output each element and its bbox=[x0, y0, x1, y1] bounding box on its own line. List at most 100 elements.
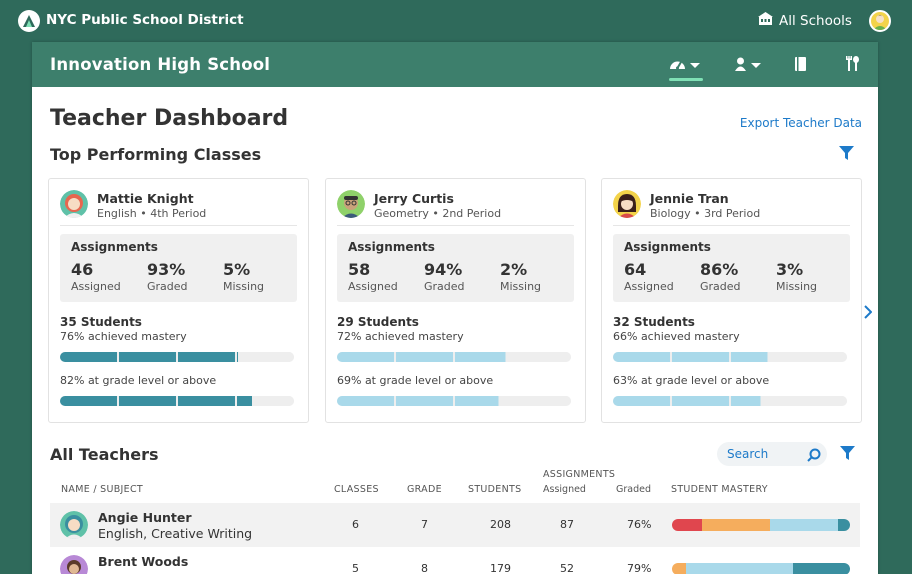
assignments-label: Assignments bbox=[348, 240, 435, 254]
mastery-text: 72% achieved mastery bbox=[337, 330, 464, 343]
missing-stat: 2% Missing bbox=[500, 260, 541, 293]
filter-icon[interactable] bbox=[840, 446, 856, 462]
all-schools-link[interactable]: All Schools bbox=[758, 12, 852, 29]
export-teacher-data-link[interactable]: Export Teacher Data bbox=[740, 116, 862, 130]
progress-segment bbox=[396, 396, 453, 406]
mastery-progress-bar bbox=[60, 352, 294, 362]
teacher-name: Mattie Knight bbox=[97, 191, 194, 206]
chevron-down-icon bbox=[690, 63, 700, 68]
dashboard-menu[interactable] bbox=[669, 56, 700, 75]
class-card[interactable]: Jerry Curtis Geometry • 2nd Period Assig… bbox=[325, 178, 586, 423]
student-count: 29 Students bbox=[337, 315, 419, 329]
teacher-avatar bbox=[60, 555, 88, 574]
top-classes-title: Top Performing Classes bbox=[50, 145, 262, 164]
progress-segment bbox=[178, 352, 235, 362]
progress-segment bbox=[237, 352, 294, 362]
assignments-summary: Assignments 46 Assigned 93% Graded 5% Mi… bbox=[60, 234, 297, 302]
progress-segment bbox=[790, 396, 847, 406]
class-subject: Biology • 3rd Period bbox=[650, 207, 761, 220]
assigned-stat: 46 Assigned bbox=[71, 260, 121, 293]
chevron-down-icon bbox=[751, 63, 761, 68]
assignments-label: Assignments bbox=[71, 240, 158, 254]
progress-segment bbox=[613, 352, 670, 362]
graded-stat: 93% Graded bbox=[147, 260, 188, 293]
students-cell: 208 bbox=[490, 518, 511, 531]
district-name[interactable]: NYC Public School District bbox=[46, 12, 244, 28]
column-header-grade[interactable]: GRADE bbox=[407, 484, 442, 495]
mastery-segment bbox=[672, 519, 703, 531]
progress-segment bbox=[731, 396, 788, 406]
graded-stat: 86% Graded bbox=[700, 260, 741, 293]
assigned-count: 58 bbox=[348, 260, 371, 279]
progress-segment bbox=[60, 352, 117, 362]
divider bbox=[613, 225, 850, 226]
progress-segment bbox=[514, 396, 571, 406]
grade-level-text: 82% at grade level or above bbox=[60, 374, 217, 387]
person-icon bbox=[734, 56, 747, 75]
progress-segment bbox=[396, 352, 453, 362]
graded-stat: 94% Graded bbox=[424, 260, 465, 293]
assignments-label: Assignments bbox=[624, 240, 711, 254]
column-header-assignments: ASSIGNMENTS bbox=[543, 469, 616, 480]
column-header-student-mastery[interactable]: STUDENT MASTERY bbox=[671, 484, 768, 495]
column-header-name[interactable]: NAME / SUBJECT bbox=[61, 484, 143, 495]
grade-level-progress-bar bbox=[337, 396, 571, 406]
all-teachers-title: All Teachers bbox=[50, 445, 159, 464]
graded-label: Graded bbox=[147, 280, 188, 293]
column-header-classes[interactable]: CLASSES bbox=[334, 484, 379, 495]
active-tab-indicator bbox=[669, 78, 703, 81]
class-card[interactable]: Jennie Tran Biology • 3rd Period Assignm… bbox=[601, 178, 862, 423]
student-mastery-bar bbox=[672, 563, 850, 574]
search-icon[interactable] bbox=[807, 447, 821, 466]
table-row[interactable]: Brent Woods 5 8 179 52 79% bbox=[50, 547, 860, 574]
table-row[interactable]: Angie Hunter English, Creative Writing 6… bbox=[50, 503, 860, 547]
graded-cell: 79% bbox=[627, 562, 652, 574]
progress-segment bbox=[237, 396, 294, 406]
missing-label: Missing bbox=[500, 280, 542, 293]
user-menu[interactable] bbox=[734, 56, 761, 75]
progress-segment bbox=[119, 352, 176, 362]
missing-stat: 5% Missing bbox=[223, 260, 264, 293]
assigned-label: Assigned bbox=[348, 280, 398, 293]
graded-percent: 86% bbox=[700, 260, 739, 279]
page-title: Teacher Dashboard bbox=[50, 106, 289, 131]
teacher-search[interactable] bbox=[717, 442, 827, 466]
teacher-name: Jennie Tran bbox=[650, 191, 729, 206]
assigned-cell: 52 bbox=[560, 562, 574, 574]
grade-level-progress-bar bbox=[613, 396, 847, 406]
assigned-stat: 64 Assigned bbox=[624, 260, 674, 293]
mastery-text: 66% achieved mastery bbox=[613, 330, 740, 343]
teacher-name: Angie Hunter bbox=[98, 510, 192, 525]
column-header-students[interactable]: STUDENTS bbox=[468, 484, 521, 495]
classes-cell: 5 bbox=[352, 562, 359, 574]
school-name[interactable]: Innovation High School bbox=[50, 55, 270, 74]
district-logo-icon[interactable] bbox=[18, 10, 40, 32]
column-header-assigned[interactable]: Assigned bbox=[543, 484, 586, 495]
search-input[interactable] bbox=[727, 446, 799, 462]
mastery-segment bbox=[793, 563, 850, 574]
student-count: 35 Students bbox=[60, 315, 142, 329]
school-building-icon bbox=[758, 12, 773, 29]
chevron-right-icon[interactable] bbox=[864, 304, 873, 323]
teacher-avatar bbox=[60, 511, 88, 539]
book-button[interactable] bbox=[795, 56, 807, 75]
classes-cell: 6 bbox=[352, 518, 359, 531]
assignments-summary: Assignments 64 Assigned 86% Graded 3% Mi… bbox=[613, 234, 850, 302]
filter-icon[interactable] bbox=[839, 146, 855, 162]
progress-segment bbox=[455, 352, 512, 362]
progress-segment bbox=[613, 396, 670, 406]
tools-button[interactable] bbox=[846, 56, 859, 75]
class-card[interactable]: Mattie Knight English • 4th Period Assig… bbox=[48, 178, 309, 423]
user-avatar[interactable] bbox=[869, 10, 891, 32]
graded-percent: 93% bbox=[147, 260, 186, 279]
tools-icon bbox=[846, 56, 859, 75]
class-subject: Geometry • 2nd Period bbox=[374, 207, 502, 220]
column-header-graded[interactable]: Graded bbox=[616, 484, 651, 495]
missing-percent: 5% bbox=[223, 260, 251, 279]
assigned-label: Assigned bbox=[624, 280, 674, 293]
mastery-segment bbox=[702, 519, 770, 531]
assigned-count: 64 bbox=[624, 260, 647, 279]
class-subject: English • 4th Period bbox=[97, 207, 207, 220]
mastery-progress-bar bbox=[613, 352, 847, 362]
progress-segment bbox=[60, 396, 117, 406]
